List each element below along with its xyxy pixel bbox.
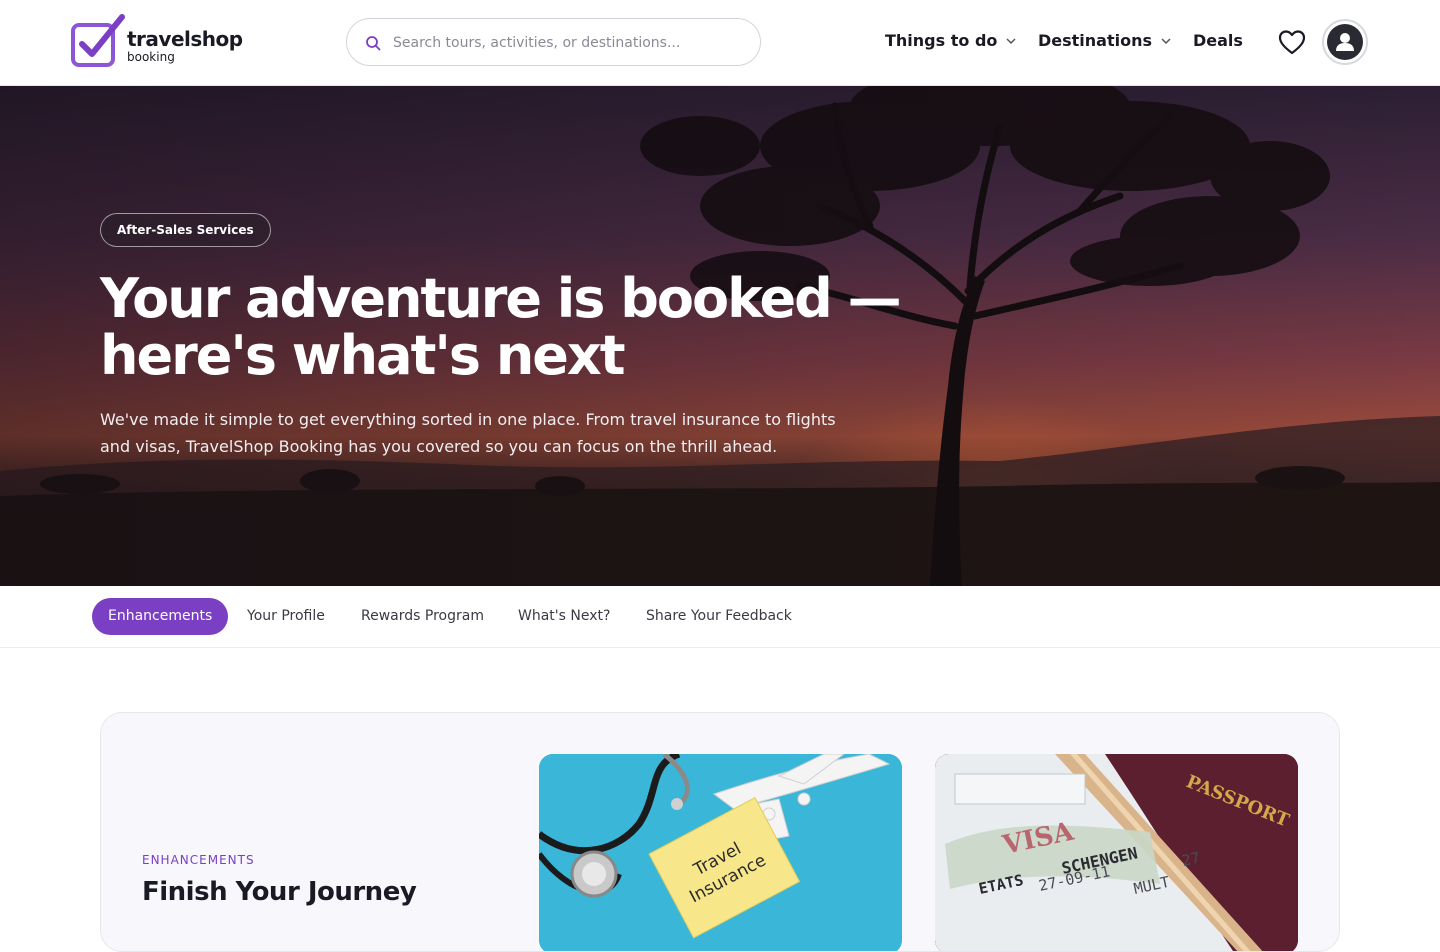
brand-name: travelshop [127, 27, 243, 51]
tab-whats-next[interactable]: What's Next? [502, 598, 626, 635]
enhancements-section: ENHANCEMENTS Finish Your Journey Travel … [100, 712, 1340, 952]
search-bar[interactable] [346, 18, 761, 66]
visa-card[interactable]: PASSPORT VISA SCHENGEN ETATS 27-09-11 MU… [935, 754, 1298, 951]
nav-destinations[interactable]: Destinations [1038, 31, 1172, 50]
logo-check-icon [71, 14, 125, 67]
visa-number-text: 27 [1180, 849, 1201, 870]
nav-things-to-do[interactable]: Things to do [885, 31, 1017, 50]
section-title: Finish Your Journey [142, 877, 417, 907]
tab-your-profile[interactable]: Your Profile [231, 598, 341, 635]
tab-enhancements[interactable]: Enhancements [92, 598, 229, 635]
avatar [1327, 24, 1363, 60]
nav-deals[interactable]: Deals [1193, 31, 1243, 50]
hero-title: Your adventure is booked — here's what's… [100, 267, 902, 387]
section-tabs: Enhancements Your Profile Rewards Progra… [0, 586, 1440, 648]
account-button[interactable] [1322, 19, 1368, 65]
section-eyebrow: ENHANCEMENTS [142, 853, 255, 867]
chevron-down-icon [1006, 37, 1016, 44]
tab-rewards-program[interactable]: Rewards Program [345, 598, 500, 635]
visa-passport-image: PASSPORT VISA SCHENGEN ETATS 27-09-11 MU… [935, 754, 1298, 951]
brand-subtitle: booking [127, 50, 175, 64]
heart-icon[interactable] [1278, 29, 1306, 55]
search-icon [366, 36, 381, 51]
hero-banner: After-Sales Services Your adventure is b… [0, 86, 1440, 586]
travel-insurance-card[interactable]: Travel Insurance [539, 754, 902, 951]
search-input[interactable] [393, 29, 743, 57]
nav-destinations-label: Destinations [1038, 31, 1153, 50]
hero-badge: After-Sales Services [100, 213, 271, 247]
nav-things-to-do-label: Things to do [885, 31, 998, 50]
hero-description: We've made it simple to get everything s… [100, 410, 836, 456]
tab-share-feedback[interactable]: Share Your Feedback [630, 598, 808, 635]
brand-logo[interactable]: travelshop booking [70, 14, 250, 70]
chevron-down-icon [1161, 37, 1171, 44]
travel-insurance-image: Travel Insurance [539, 754, 902, 951]
nav-deals-label: Deals [1193, 31, 1243, 50]
user-avatar-icon [1336, 33, 1354, 51]
site-header: travelshop booking Things to do Destinat… [0, 0, 1440, 86]
